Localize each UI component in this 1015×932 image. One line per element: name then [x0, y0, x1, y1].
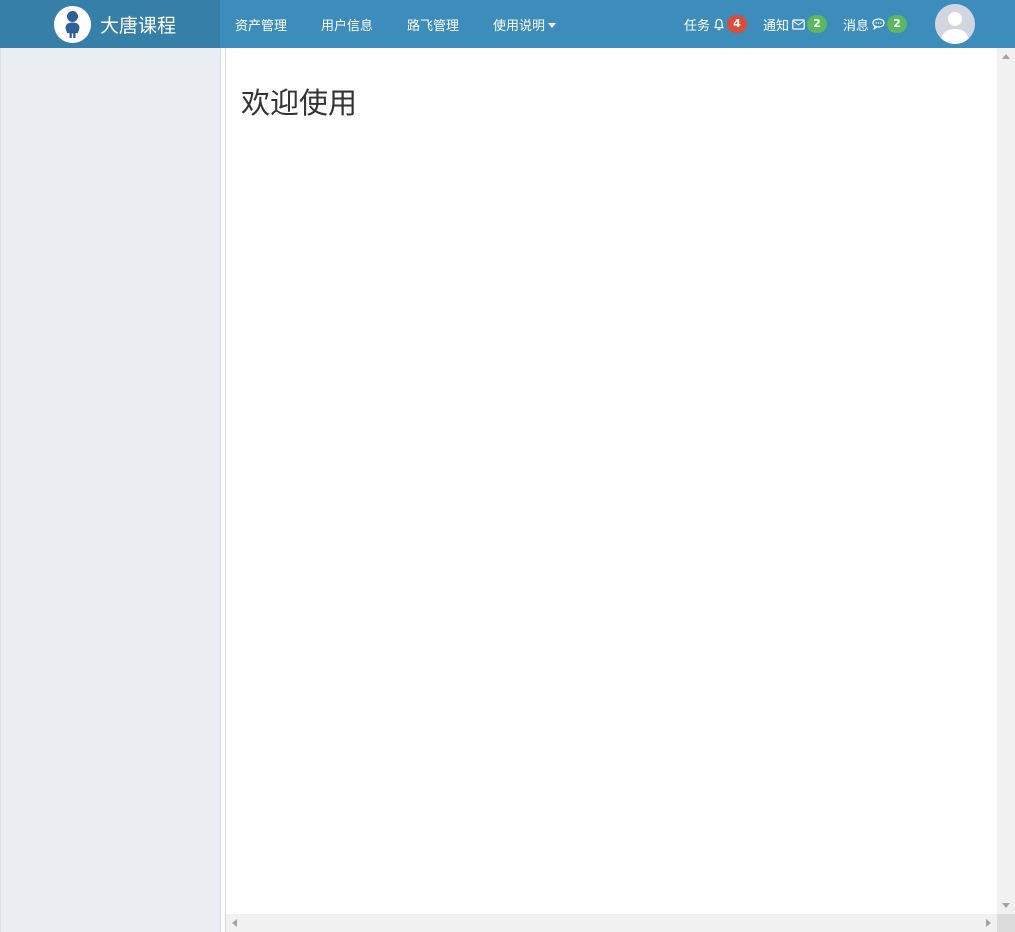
nav-item-label: 资产管理: [235, 18, 288, 34]
brand[interactable]: 大唐课程: [0, 0, 220, 48]
notices-menu[interactable]: 通知 2: [763, 15, 827, 34]
messages-label: 消息: [842, 18, 869, 34]
vertical-scrollbar[interactable]: [997, 48, 1015, 914]
caret-down-icon: [548, 22, 557, 28]
main-nav: 资产管理 用户信息 路飞管理 使用说明: [220, 0, 571, 48]
scroll-right-icon[interactable]: [986, 919, 991, 927]
messages-count-badge: 2: [887, 15, 907, 33]
bell-icon: [713, 18, 725, 31]
envelope-icon: [792, 18, 805, 30]
nav-item-luffy-management[interactable]: 路飞管理: [388, 0, 474, 48]
right-nav: 任务 4 通知 2 消息 2: [684, 0, 1015, 48]
nav-item-user-info[interactable]: 用户信息: [302, 0, 388, 48]
brand-title: 大唐课程: [100, 14, 177, 37]
user-avatar-icon[interactable]: [935, 4, 975, 44]
sidebar: [0, 48, 221, 932]
messages-menu[interactable]: 消息 2: [843, 15, 907, 34]
person-icon: [54, 5, 91, 43]
page-title: 欢迎使用: [241, 86, 358, 120]
notices-label: 通知: [762, 18, 789, 34]
nav-item-usage-guide[interactable]: 使用说明: [474, 0, 571, 48]
tasks-menu[interactable]: 任务 4: [684, 15, 747, 34]
nav-item-label: 使用说明: [493, 18, 546, 34]
scroll-left-icon[interactable]: [232, 919, 237, 927]
nav-item-label: 用户信息: [321, 18, 374, 34]
tasks-count-badge: 4: [726, 15, 747, 33]
tasks-label: 任务: [683, 18, 710, 34]
scroll-down-icon[interactable]: [1002, 903, 1010, 908]
horizontal-scrollbar[interactable]: [226, 914, 997, 932]
main-content: 欢迎使用: [225, 48, 1015, 932]
top-navbar: 大唐课程 资产管理 用户信息 路飞管理 使用说明 任务 4 通知 2 消息 2: [0, 0, 1015, 48]
scroll-up-icon[interactable]: [1002, 54, 1010, 59]
notices-count-badge: 2: [806, 15, 827, 33]
comment-icon: [872, 18, 885, 30]
nav-item-label: 路飞管理: [407, 18, 460, 34]
nav-item-asset-management[interactable]: 资产管理: [220, 0, 302, 48]
scrollbar-corner: [997, 914, 1015, 932]
